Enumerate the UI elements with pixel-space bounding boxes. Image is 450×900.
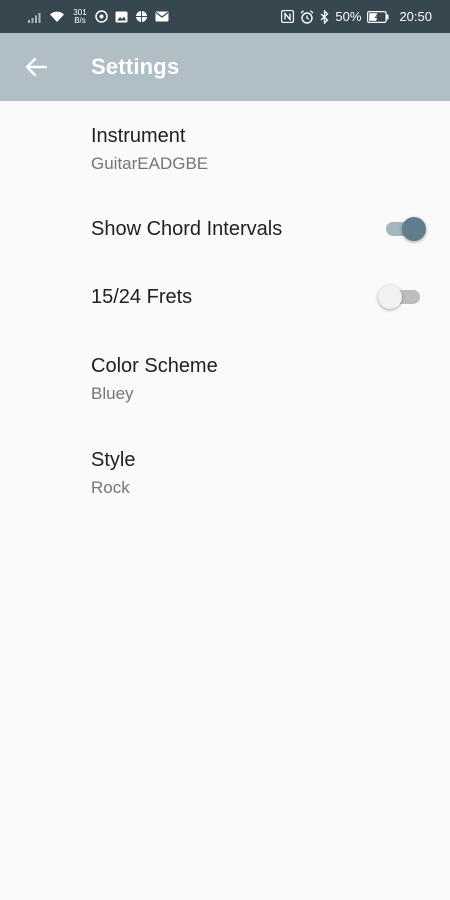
status-bar: 301 B/s 50% 20:50 [0, 0, 450, 33]
setting-instrument-title: Instrument [91, 125, 186, 147]
setting-color-scheme-summary: Bluey [91, 384, 134, 403]
toggle-thumb [402, 217, 426, 241]
image-icon [115, 11, 128, 22]
setting-style-title: Style [91, 449, 136, 471]
mail-icon [155, 11, 169, 22]
app-bar: Settings [0, 33, 450, 101]
back-button[interactable] [22, 53, 50, 81]
nfc-icon [281, 10, 295, 23]
battery-icon [367, 10, 389, 23]
toggle-thumb [378, 285, 402, 309]
page-title: Settings [91, 54, 180, 79]
net-speed-unit: B/s [74, 15, 86, 25]
setting-color-scheme[interactable]: Color Scheme Bluey [0, 333, 450, 423]
status-icons-right: 50% 20:50 [281, 6, 432, 27]
status-icons-left: 301 B/s [28, 6, 169, 27]
show-chord-intervals-toggle[interactable] [376, 213, 432, 245]
setting-style[interactable]: Style Rock [0, 428, 450, 518]
setting-show-chord-intervals-title: Show Chord Intervals [91, 218, 283, 240]
setting-instrument-summary: GuitarEADGBE [91, 154, 209, 173]
setting-frets-title: 15/24 Frets [91, 286, 193, 308]
net-speed: 301 B/s [72, 8, 88, 25]
alarm-icon [300, 9, 314, 24]
setting-frets[interactable]: 15/24 Frets [0, 266, 450, 330]
setting-style-summary: Rock [91, 478, 130, 497]
globe-icon [136, 11, 147, 22]
bluetooth-icon [320, 9, 329, 24]
clock-time: 20:50 [399, 9, 432, 24]
wifi-icon [50, 11, 64, 22]
arrow-back-icon [25, 57, 47, 77]
setting-instrument[interactable]: Instrument GuitarEADGBE [0, 101, 450, 191]
setting-show-chord-intervals[interactable]: Show Chord Intervals [0, 198, 450, 262]
whatsapp-icon [95, 10, 108, 23]
frets-toggle[interactable] [376, 281, 432, 313]
battery-percent: 50% [335, 9, 362, 24]
signal-icon [28, 12, 41, 23]
setting-color-scheme-title: Color Scheme [91, 355, 218, 377]
